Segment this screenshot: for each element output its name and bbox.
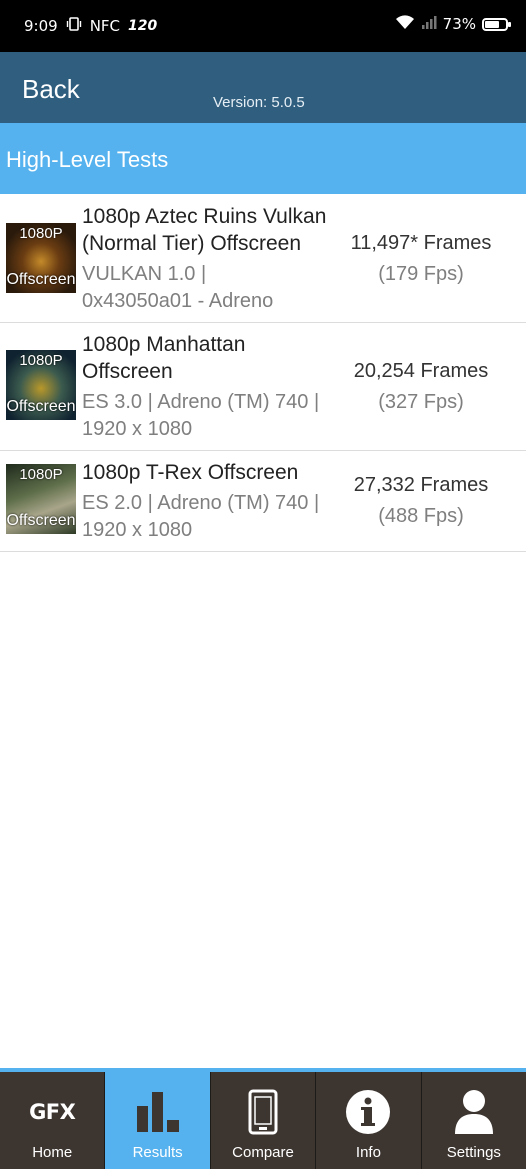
gfx-logo: GFX bbox=[29, 1100, 76, 1124]
battery-percent: 73% bbox=[442, 15, 476, 33]
refresh-rate: 120 bbox=[128, 18, 158, 34]
status-right: 73% bbox=[395, 14, 511, 34]
test-name-line: (Normal Tier) Offscreen bbox=[82, 232, 301, 255]
test-row-trex[interactable]: 1080P Offscreen 1080p T-Rex Offscreen ES… bbox=[0, 451, 526, 552]
test-row-aztec[interactable]: 1080P Offscreen 1080p Aztec Ruins Vulkan… bbox=[0, 194, 526, 323]
nav-compare-label: Compare bbox=[232, 1144, 294, 1161]
test-description-line: 1920 x 1080 bbox=[82, 519, 193, 541]
wifi-icon bbox=[395, 14, 415, 34]
nav-home[interactable]: GFX Home bbox=[0, 1072, 106, 1169]
info-icon bbox=[316, 1086, 420, 1138]
battery-fill bbox=[485, 20, 500, 28]
status-bar: 9:09 NFC 120 73% bbox=[0, 0, 526, 52]
thumbnail-mode: Offscreen bbox=[6, 512, 76, 529]
vibrate-icon bbox=[66, 17, 82, 35]
status-time: 9:09 bbox=[24, 17, 58, 35]
test-row-manhattan[interactable]: 1080P Offscreen 1080p Manhattan Offscree… bbox=[0, 323, 526, 451]
bar-chart-icon bbox=[105, 1086, 209, 1138]
nav-home-label: Home bbox=[32, 1144, 73, 1161]
thumbnail-mode: Offscreen bbox=[6, 271, 76, 288]
test-fps: (179 Fps) bbox=[378, 263, 464, 285]
test-description-line: ES 3.0 | Adreno (TM) 740 | bbox=[82, 391, 320, 413]
signal-icon bbox=[421, 15, 437, 33]
test-score: 20,254 Frames bbox=[353, 360, 489, 382]
test-name-line: Offscreen bbox=[82, 360, 173, 383]
test-description-line: VULKAN 1.0 | bbox=[82, 263, 207, 285]
nav-info-label: Info bbox=[355, 1144, 381, 1161]
section-header: High-Level Tests bbox=[0, 123, 526, 194]
nav-compare[interactable]: Compare bbox=[211, 1072, 317, 1169]
nav-results-label: Results bbox=[132, 1144, 183, 1161]
test-description-line: 1920 x 1080 bbox=[82, 418, 193, 440]
test-score: 27,332 Frames bbox=[353, 474, 489, 496]
back-button[interactable]: Back bbox=[22, 74, 80, 105]
thumbnail-resolution: 1080P bbox=[19, 352, 63, 369]
test-fps: (327 Fps) bbox=[378, 391, 464, 413]
version-label: Version: 5.0.5 bbox=[213, 94, 305, 111]
nfc-label: NFC bbox=[89, 17, 121, 35]
nav-settings[interactable]: Settings bbox=[422, 1072, 526, 1169]
thumbnail-resolution: 1080P bbox=[19, 225, 63, 242]
status-left: 9:09 NFC 120 bbox=[24, 17, 157, 35]
test-name-line: 1080p T-Rex Offscreen bbox=[82, 461, 299, 484]
test-name-line: 1080p Aztec Ruins Vulkan bbox=[82, 205, 327, 228]
battery-icon bbox=[482, 17, 511, 31]
test-thumbnail: 1080P Offscreen bbox=[6, 464, 76, 534]
phone-icon bbox=[211, 1086, 315, 1138]
bottom-nav: GFX Home Results Compare Info Settings bbox=[0, 1068, 526, 1169]
nav-settings-label: Settings bbox=[446, 1144, 501, 1161]
test-thumbnail: 1080P Offscreen bbox=[6, 350, 76, 420]
test-description-line: ES 2.0 | Adreno (TM) 740 | bbox=[82, 492, 320, 514]
test-description-line: 0x43050a01 - Adreno bbox=[82, 290, 274, 312]
section-title: High-Level Tests bbox=[6, 147, 169, 172]
user-icon bbox=[422, 1086, 526, 1138]
app-header: Back Version: 5.0.5 bbox=[0, 52, 526, 123]
nav-results[interactable]: Results bbox=[105, 1072, 211, 1169]
thumbnail-mode: Offscreen bbox=[6, 398, 76, 415]
test-name-line: 1080p Manhattan bbox=[82, 333, 246, 356]
test-thumbnail: 1080P Offscreen bbox=[6, 223, 76, 293]
test-fps: (488 Fps) bbox=[378, 505, 464, 527]
gfx-logo-icon: GFX bbox=[0, 1086, 104, 1138]
test-score: 11,497* Frames bbox=[350, 232, 492, 254]
nav-info[interactable]: Info bbox=[316, 1072, 422, 1169]
thumbnail-resolution: 1080P bbox=[19, 466, 63, 483]
